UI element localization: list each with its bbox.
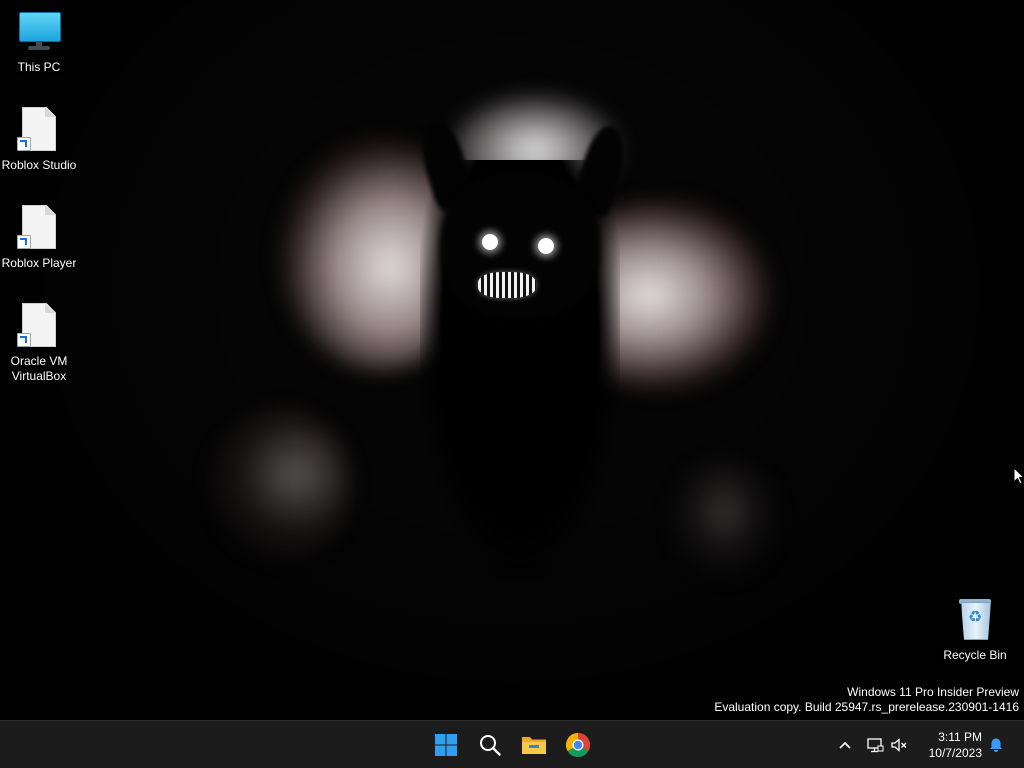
folder-icon <box>522 737 546 754</box>
chrome-icon <box>565 733 591 758</box>
search-icon <box>480 735 501 756</box>
file-shortcut-icon <box>15 106 63 154</box>
shortcut-arrow-icon <box>17 137 31 151</box>
start-button[interactable] <box>428 727 464 763</box>
desktop-icon-this-pc[interactable]: This PC <box>1 8 77 75</box>
monitor-icon <box>15 8 63 56</box>
desktop-icon-label: Roblox Player <box>1 256 77 270</box>
chrome-button[interactable] <box>560 727 596 763</box>
desktop-icon-roblox-player[interactable]: Roblox Player <box>1 204 77 271</box>
desktop-icon-roblox-studio[interactable]: Roblox Studio <box>1 106 77 173</box>
mouse-cursor-icon <box>1013 467 1024 485</box>
windows-watermark: Windows 11 Pro Insider Preview Evaluatio… <box>714 685 1019 715</box>
recycle-bin-icon: ♻ <box>951 596 999 644</box>
clock-button[interactable]: 3:11 PM 10/7/2023 <box>912 729 982 761</box>
show-hidden-icons-button[interactable] <box>834 729 856 761</box>
bell-icon <box>990 738 1002 752</box>
shortcut-arrow-icon <box>17 235 31 249</box>
file-explorer-button[interactable] <box>516 727 552 763</box>
clock-time: 3:11 PM <box>938 730 982 744</box>
shortcut-arrow-icon <box>17 333 31 347</box>
clock-date: 10/7/2023 <box>928 746 982 760</box>
desktop-icon-label: Recycle Bin <box>943 648 1007 662</box>
chevron-up-icon <box>839 741 851 749</box>
desktop-icon-label: This PC <box>17 60 61 74</box>
desktop-icon-oracle-vm-virtualbox[interactable]: Oracle VM VirtualBox <box>1 302 77 384</box>
network-icon <box>867 738 884 753</box>
taskbar: 3:11 PM 10/7/2023 <box>0 720 1024 768</box>
watermark-build: Evaluation copy. Build 25947.rs_prerelea… <box>714 700 1019 714</box>
search-button[interactable] <box>472 727 508 763</box>
desktop-icon-recycle-bin[interactable]: ♻ Recycle Bin <box>937 596 1013 663</box>
windows-logo-icon <box>435 734 457 756</box>
notifications-button[interactable] <box>986 729 1006 761</box>
desktop[interactable]: This PC Roblox Studio Roblox Player Orac… <box>0 0 1024 720</box>
volume-muted-icon <box>891 738 907 752</box>
desktop-icon-label: Roblox Studio <box>1 158 77 172</box>
network-volume-button[interactable] <box>864 729 910 761</box>
watermark-edition: Windows 11 Pro Insider Preview <box>847 685 1019 699</box>
file-shortcut-icon <box>15 204 63 252</box>
file-shortcut-icon <box>15 302 63 350</box>
desktop-icon-label: Oracle VM VirtualBox <box>10 354 68 383</box>
